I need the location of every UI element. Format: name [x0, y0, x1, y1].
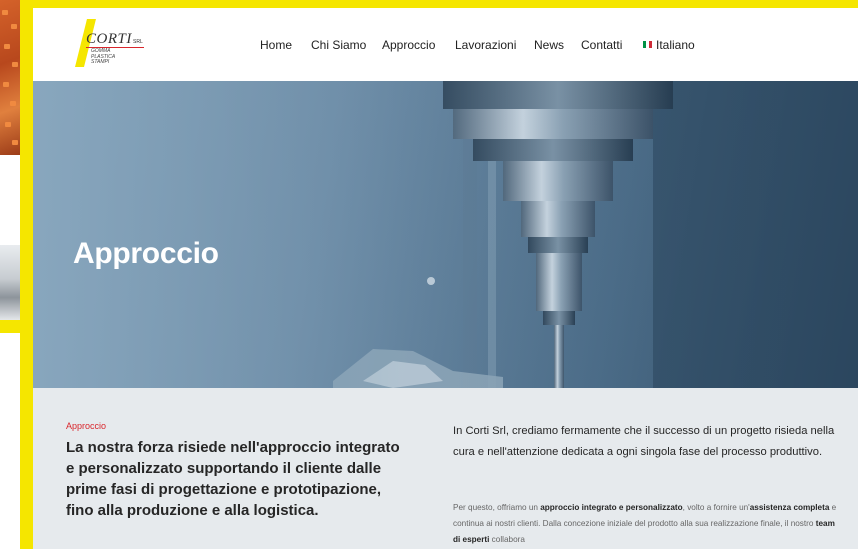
metal-parts-photo	[0, 245, 20, 320]
nav-chi-siamo[interactable]: Chi Siamo	[311, 38, 366, 52]
main-navigation: Home Chi Siamo Approccio Lavorazioni New…	[33, 38, 858, 54]
body-paragraph: Per questo, offriamo un approccio integr…	[453, 503, 837, 544]
nav-news[interactable]: News	[534, 38, 564, 52]
nav-language-selector[interactable]: Italiano	[643, 38, 695, 52]
left-background-strip	[0, 0, 33, 549]
hero-title: Approccio	[73, 237, 219, 271]
left-white-panel	[0, 155, 20, 250]
highlight-approach: approccio integrato e personalizzato	[540, 503, 683, 512]
orange-granules-photo	[0, 0, 20, 155]
nav-home[interactable]: Home	[260, 38, 292, 52]
nav-approccio[interactable]: Approccio	[382, 38, 435, 52]
highlight-assistance: assistenza completa	[749, 503, 830, 512]
intro-paragraph: In Corti Srl, crediamo fermamente che il…	[453, 425, 835, 458]
approach-content: Approccio La nostra forza risiede nell'a…	[33, 388, 858, 549]
hero-banner: Approccio	[33, 81, 858, 388]
nav-contatti[interactable]: Contatti	[581, 38, 622, 52]
section-lead: La nostra forza risiede nell'approccio i…	[66, 439, 400, 519]
left-white-panel-lower	[0, 333, 20, 549]
page-container: CORTI SRL GOMMA PLASTICA STAMPI Home Chi…	[33, 8, 858, 549]
language-label: Italiano	[656, 38, 695, 52]
italian-flag-icon	[643, 41, 652, 48]
section-kicker: Approccio	[66, 421, 107, 431]
nav-lavorazioni[interactable]: Lavorazioni	[455, 38, 516, 52]
cnc-machine-illustration	[33, 81, 858, 388]
site-header: CORTI SRL GOMMA PLASTICA STAMPI Home Chi…	[33, 8, 858, 81]
